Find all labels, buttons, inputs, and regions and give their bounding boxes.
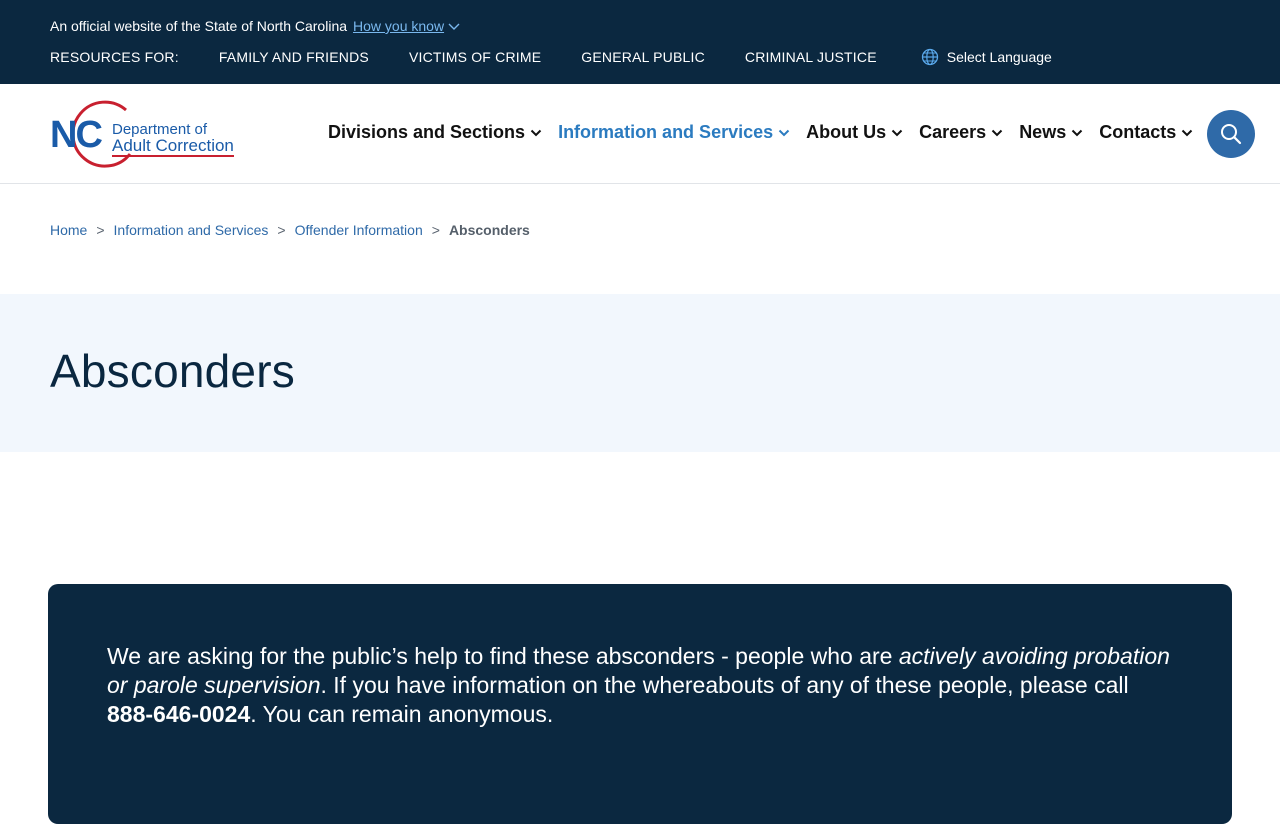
chevron-down-icon: [991, 129, 1003, 136]
breadcrumb-home[interactable]: Home: [50, 222, 87, 238]
nav-item-label: News: [1019, 122, 1067, 142]
page-hero: Absconders: [0, 294, 1280, 452]
logo-wordmark: Department of Adult Correction: [112, 122, 234, 157]
notice-part-1: We are asking for the public’s help to f…: [107, 643, 899, 669]
nav-item-label: Careers: [919, 122, 987, 142]
breadcrumb-separator: >: [96, 222, 105, 238]
nav-item-careers[interactable]: Careers: [919, 122, 1003, 143]
resource-link-general-public[interactable]: GENERAL PUBLIC: [581, 49, 705, 65]
resource-link-family-and-friends[interactable]: FAMILY AND FRIENDS: [219, 49, 369, 65]
notice-phone: 888-646-0024: [107, 701, 251, 727]
breadcrumb-separator: >: [431, 222, 440, 238]
language-label: Select Language: [946, 49, 1052, 65]
language-selector[interactable]: Select Language: [921, 48, 1052, 66]
breadcrumb-current: Absconders: [448, 222, 530, 238]
search-button[interactable]: [1207, 110, 1255, 158]
resource-link-criminal-justice[interactable]: CRIMINAL JUSTICE: [745, 49, 877, 65]
notice-part-3: . You can remain anonymous.: [250, 701, 554, 727]
site-logo[interactable]: NC Department of Adult Correction: [50, 96, 250, 172]
nav-item-label: Contacts: [1099, 122, 1177, 142]
nav-item-news[interactable]: News: [1019, 122, 1083, 143]
resource-link-victims-of-crime[interactable]: VICTIMS OF CRIME: [409, 49, 541, 65]
search-icon: [1221, 124, 1242, 145]
breadcrumb: Home > Information and Services > Offend…: [50, 222, 530, 238]
nav-item-divisions-and-sections[interactable]: Divisions and Sections: [328, 122, 542, 143]
nav-item-information-and-services[interactable]: Information and Services: [558, 122, 790, 143]
nav-item-label: Information and Services: [558, 122, 774, 142]
site-header: NC Department of Adult Correction Divisi…: [0, 84, 1280, 184]
how-you-know-link[interactable]: How you know: [353, 18, 460, 34]
logo-line-2: Adult Correction: [112, 136, 234, 157]
notice-box: We are asking for the public’s help to f…: [48, 584, 1232, 824]
utility-bar: An official website of the State of Nort…: [0, 0, 1280, 84]
official-banner: An official website of the State of Nort…: [50, 18, 460, 34]
chevron-down-icon: [530, 129, 542, 136]
chevron-down-icon: [778, 129, 790, 136]
breadcrumb-separator: >: [277, 222, 286, 238]
globe-icon: [921, 48, 938, 66]
nav-item-about-us[interactable]: About Us: [806, 122, 903, 143]
nav-item-contacts[interactable]: Contacts: [1099, 122, 1193, 143]
official-text: An official website of the State of Nort…: [50, 18, 348, 34]
logo-mark: NC: [50, 114, 103, 156]
resources-label: RESOURCES FOR:: [50, 49, 179, 65]
nav-item-label: About Us: [806, 122, 887, 142]
breadcrumb-offender-information[interactable]: Offender Information: [295, 222, 423, 238]
resources-nav: RESOURCES FOR: FAMILY AND FRIENDS VICTIM…: [50, 48, 1052, 66]
nav-item-label: Divisions and Sections: [328, 122, 526, 142]
page-title: Absconders: [50, 345, 295, 397]
chevron-down-icon: [1182, 129, 1193, 136]
chevron-down-icon: [891, 129, 903, 136]
how-you-know-label: How you know: [353, 18, 445, 34]
chevron-down-icon: [448, 23, 460, 30]
breadcrumb-information-and-services[interactable]: Information and Services: [114, 222, 269, 238]
notice-part-2: . If you have information on the whereab…: [320, 672, 1129, 698]
main-nav: Divisions and Sections Information and S…: [328, 122, 1209, 143]
chevron-down-icon: [1072, 129, 1083, 136]
notice-text: We are asking for the public’s help to f…: [107, 642, 1177, 729]
